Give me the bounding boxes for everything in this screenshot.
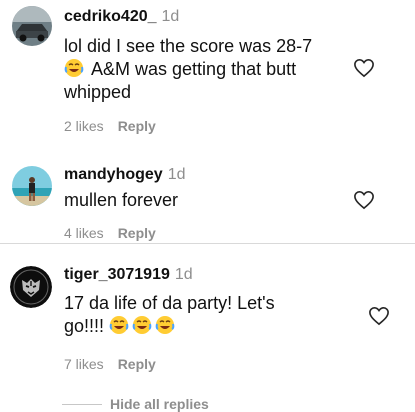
- comment-username-row: mandyhogey 1d: [64, 166, 185, 184]
- face-with-tears-of-joy-icon: [64, 59, 84, 77]
- username[interactable]: tiger_3071919: [64, 266, 170, 283]
- comment-item: tiger_3071919 1d 17 da life of da party! …: [0, 244, 415, 384]
- comment-text: lol did I see the score was 28-7 A&M was…: [64, 35, 312, 104]
- comment-meta: 2 likes Reply: [64, 118, 170, 134]
- comment-line: mullen forever: [64, 190, 179, 210]
- timestamp: 1d: [167, 166, 186, 183]
- face-with-tears-of-joy-icon: [155, 316, 175, 334]
- comment-line: whipped: [64, 82, 132, 102]
- reply-button[interactable]: Reply: [118, 225, 156, 241]
- reply-button[interactable]: Reply: [118, 118, 156, 134]
- username[interactable]: cedriko420_: [64, 8, 157, 25]
- comment-line: 17 da life of da party! Let's: [64, 293, 275, 313]
- comment-item: cedriko420_ 1d lol did I see the score wa…: [0, 0, 415, 150]
- comment-line: go!!!!: [64, 315, 275, 338]
- heart-icon[interactable]: [353, 58, 375, 78]
- car-photo-icon: [12, 6, 52, 46]
- heart-icon[interactable]: [368, 306, 390, 326]
- tiger-logo-icon: [10, 266, 52, 308]
- comment-meta: 7 likes Reply: [64, 356, 170, 372]
- username[interactable]: mandyhogey: [64, 166, 163, 183]
- comment-text: 17 da life of da party! Let's go!!!!: [64, 292, 275, 338]
- comment-line-text: go!!!!: [64, 316, 105, 336]
- likes-count[interactable]: 7 likes: [64, 356, 104, 372]
- comment-line: A&M was getting that butt: [64, 58, 312, 81]
- comment-username-row: tiger_3071919 1d: [64, 266, 193, 284]
- comment-line-text: A&M was getting that butt: [91, 59, 297, 79]
- avatar[interactable]: [12, 6, 52, 46]
- timestamp: 1d: [174, 266, 193, 283]
- avatar[interactable]: [12, 166, 52, 206]
- comment-meta: 4 likes Reply: [64, 225, 170, 241]
- replies-line: [62, 404, 102, 405]
- face-with-tears-of-joy-icon: [109, 316, 129, 334]
- beach-photo-icon: [12, 166, 52, 206]
- reply-button[interactable]: Reply: [118, 356, 156, 372]
- avatar[interactable]: [10, 266, 52, 308]
- comment-text: mullen forever: [64, 189, 178, 212]
- timestamp: 1d: [161, 8, 180, 25]
- comment-item: mandyhogey 1d mullen forever 4 likes Reply: [0, 150, 415, 242]
- likes-count[interactable]: 4 likes: [64, 225, 104, 241]
- comment-username-row: cedriko420_ 1d: [64, 8, 179, 26]
- comment-line: lol did I see the score was 28-7: [64, 36, 313, 56]
- face-with-tears-of-joy-icon: [132, 316, 152, 334]
- heart-icon[interactable]: [353, 190, 375, 210]
- likes-count[interactable]: 2 likes: [64, 118, 104, 134]
